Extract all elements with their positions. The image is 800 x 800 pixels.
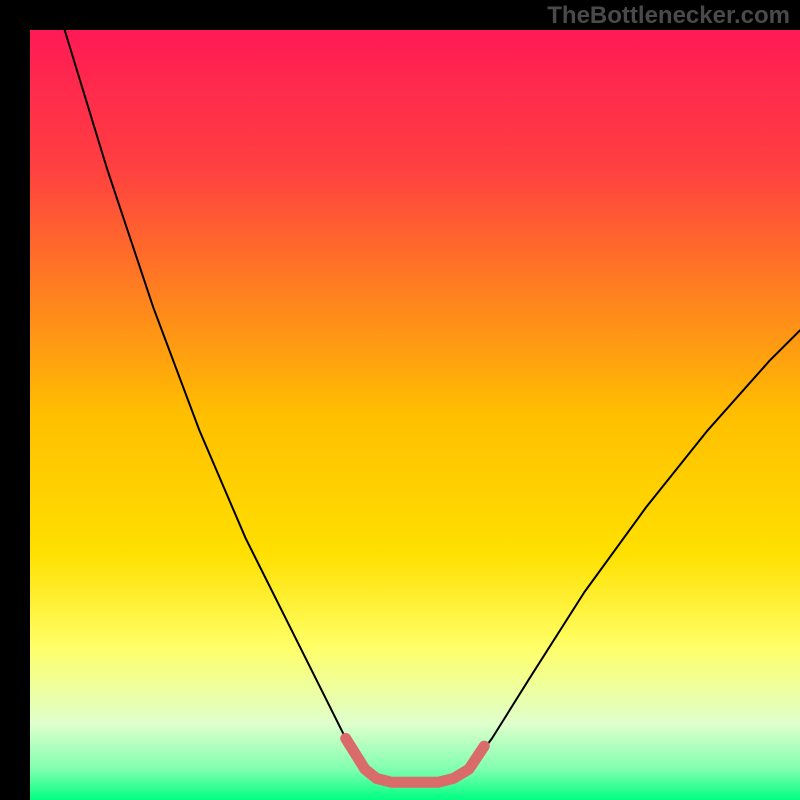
chart-svg: [0, 0, 800, 800]
gradient-background: [30, 30, 800, 800]
watermark-text: TheBottlenecker.com: [547, 2, 790, 30]
bottleneck-chart: TheBottlenecker.com: [0, 0, 800, 800]
